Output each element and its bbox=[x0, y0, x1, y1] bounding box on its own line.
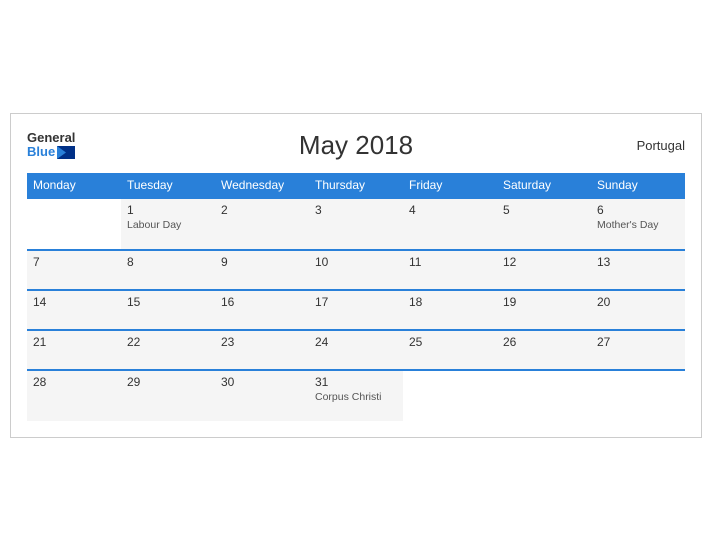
calendar-cell: 15 bbox=[121, 290, 215, 330]
day-number: 18 bbox=[409, 295, 491, 309]
day-number: 20 bbox=[597, 295, 679, 309]
day-number: 15 bbox=[127, 295, 209, 309]
calendar-cell: 19 bbox=[497, 290, 591, 330]
day-number: 6 bbox=[597, 203, 679, 217]
calendar-cell: 9 bbox=[215, 250, 309, 290]
logo-flag-icon bbox=[57, 146, 75, 159]
calendar-cell: 12 bbox=[497, 250, 591, 290]
day-number: 25 bbox=[409, 335, 491, 349]
day-number: 16 bbox=[221, 295, 303, 309]
day-number: 24 bbox=[315, 335, 397, 349]
day-number: 13 bbox=[597, 255, 679, 269]
holiday-label: Labour Day bbox=[127, 219, 209, 231]
header-row: Monday Tuesday Wednesday Thursday Friday… bbox=[27, 173, 685, 198]
calendar-cell bbox=[403, 370, 497, 421]
week-row-2: 789 10 11 12 13 bbox=[27, 250, 685, 290]
calendar-cell: 3 bbox=[309, 198, 403, 250]
calendar-cell: 11 bbox=[403, 250, 497, 290]
day-number: 9 bbox=[221, 255, 303, 269]
calendar-body: 1Labour Day23456Mother's Day789101112131… bbox=[27, 198, 685, 421]
day-number: 12 bbox=[503, 255, 585, 269]
calendar-cell: 4 bbox=[403, 198, 497, 250]
day-number: 21 bbox=[33, 335, 115, 349]
calendar-title: May 2018 bbox=[299, 130, 413, 161]
day-number: 7 bbox=[33, 255, 115, 269]
calendar-cell: 29 bbox=[121, 370, 215, 421]
day-number: 10 bbox=[315, 255, 397, 269]
col-wednesday: Wednesday bbox=[215, 173, 309, 198]
week-row-1: 1 Labour Day 23456 Mother's Day bbox=[27, 198, 685, 250]
calendar-cell: 25 bbox=[403, 330, 497, 370]
calendar-cell: 23 bbox=[215, 330, 309, 370]
holiday-label: Mother's Day bbox=[597, 219, 679, 231]
calendar-thead: Monday Tuesday Wednesday Thursday Friday… bbox=[27, 173, 685, 198]
col-friday: Friday bbox=[403, 173, 497, 198]
day-number: 31 bbox=[315, 375, 397, 389]
calendar-cell: 13 bbox=[591, 250, 685, 290]
calendar-cell: 20 bbox=[591, 290, 685, 330]
day-number: 1 bbox=[127, 203, 209, 217]
calendar-cell: 10 bbox=[309, 250, 403, 290]
week-row-3: 14 15 16 17 18 19 20 bbox=[27, 290, 685, 330]
day-number: 8 bbox=[127, 255, 209, 269]
col-tuesday: Tuesday bbox=[121, 173, 215, 198]
calendar-cell bbox=[591, 370, 685, 421]
col-saturday: Saturday bbox=[497, 173, 591, 198]
day-number: 14 bbox=[33, 295, 115, 309]
calendar-cell: 30 bbox=[215, 370, 309, 421]
calendar-cell bbox=[497, 370, 591, 421]
day-number: 22 bbox=[127, 335, 209, 349]
calendar-cell: 28 bbox=[27, 370, 121, 421]
week-row-5: 28 29 30 31 Corpus Christi bbox=[27, 370, 685, 421]
week-row-4: 21 22 23 24 25 26 27 bbox=[27, 330, 685, 370]
holiday-label: Corpus Christi bbox=[315, 391, 397, 403]
day-number: 23 bbox=[221, 335, 303, 349]
logo-blue-text: Blue bbox=[27, 145, 75, 159]
calendar-cell: 14 bbox=[27, 290, 121, 330]
calendar-cell: 16 bbox=[215, 290, 309, 330]
calendar-cell: 2 bbox=[215, 198, 309, 250]
day-number: 27 bbox=[597, 335, 679, 349]
calendar-cell: 1 Labour Day bbox=[121, 198, 215, 250]
day-number: 30 bbox=[221, 375, 303, 389]
day-number: 17 bbox=[315, 295, 397, 309]
calendar-cell: 5 bbox=[497, 198, 591, 250]
col-monday: Monday bbox=[27, 173, 121, 198]
calendar-cell: 22 bbox=[121, 330, 215, 370]
col-thursday: Thursday bbox=[309, 173, 403, 198]
calendar-cell: 7 bbox=[27, 250, 121, 290]
logo: General Blue bbox=[27, 131, 75, 160]
day-number: 26 bbox=[503, 335, 585, 349]
day-number: 3 bbox=[315, 203, 397, 217]
calendar-cell: 17 bbox=[309, 290, 403, 330]
day-number: 2 bbox=[221, 203, 303, 217]
day-number: 29 bbox=[127, 375, 209, 389]
calendar-cell: 26 bbox=[497, 330, 591, 370]
calendar-header: General Blue May 2018 Portugal bbox=[27, 130, 685, 161]
calendar-cell: 8 bbox=[121, 250, 215, 290]
calendar-cell: 27 bbox=[591, 330, 685, 370]
logo-general-text: General bbox=[27, 131, 75, 145]
day-number: 19 bbox=[503, 295, 585, 309]
day-number: 5 bbox=[503, 203, 585, 217]
col-sunday: Sunday bbox=[591, 173, 685, 198]
calendar-cell: 21 bbox=[27, 330, 121, 370]
calendar-container: General Blue May 2018 Portugal Monday Tu… bbox=[10, 113, 702, 438]
calendar-grid: Monday Tuesday Wednesday Thursday Friday… bbox=[27, 173, 685, 421]
day-number: 11 bbox=[409, 255, 491, 269]
day-number: 28 bbox=[33, 375, 115, 389]
day-number: 4 bbox=[409, 203, 491, 217]
calendar-cell: 6 Mother's Day bbox=[591, 198, 685, 250]
calendar-cell bbox=[27, 198, 121, 250]
calendar-cell: 24 bbox=[309, 330, 403, 370]
calendar-cell: 31 Corpus Christi bbox=[309, 370, 403, 421]
country-label: Portugal bbox=[637, 138, 685, 153]
calendar-cell: 18 bbox=[403, 290, 497, 330]
